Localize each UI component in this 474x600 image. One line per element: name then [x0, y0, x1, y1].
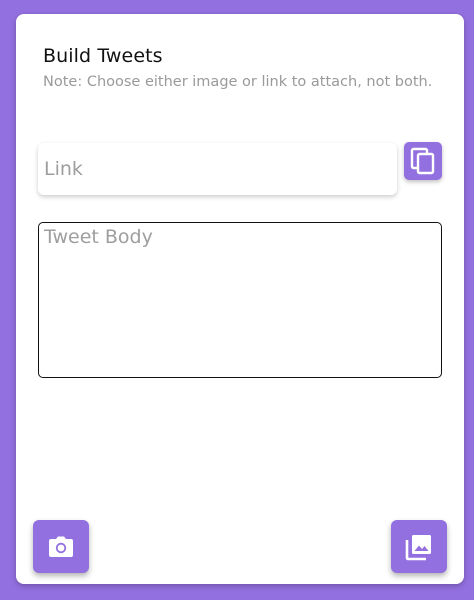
camera-button[interactable] [33, 520, 89, 573]
copy-icon [410, 147, 435, 175]
link-input[interactable]: Link [38, 143, 397, 195]
gallery-icon [405, 534, 431, 560]
tweet-body-input[interactable]: Tweet Body [38, 222, 442, 378]
camera-icon [49, 536, 73, 557]
build-tweets-card: Build Tweets Note: Choose either image o… [16, 14, 464, 584]
page-title: Build Tweets [43, 45, 163, 67]
attach-note: Note: Choose either image or link to att… [43, 74, 433, 90]
tweet-body-placeholder: Tweet Body [44, 226, 153, 248]
link-placeholder: Link [44, 158, 83, 180]
paste-link-button[interactable] [404, 142, 442, 180]
gallery-button[interactable] [391, 520, 447, 573]
